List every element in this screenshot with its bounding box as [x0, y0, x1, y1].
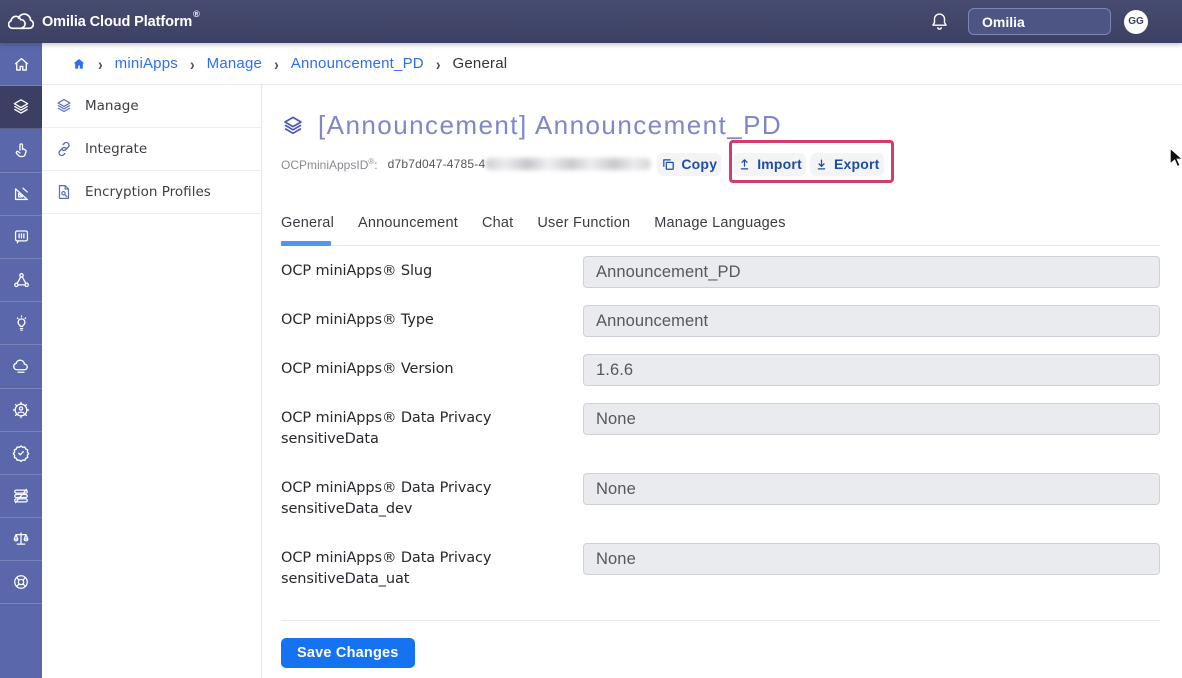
breadcrumb-miniapps[interactable]: miniApps	[115, 55, 178, 72]
organization-selector-value: Omilia	[982, 14, 1025, 30]
sensitivedata-uat-label-line1: OCP miniApps® Data Privacy	[281, 550, 491, 566]
rail-badge-check-icon[interactable]	[0, 432, 42, 475]
miniapp-layers-icon	[281, 114, 305, 138]
link-icon	[55, 140, 73, 158]
sensitivedata-uat-input[interactable]	[583, 543, 1160, 575]
breadcrumb-home-icon[interactable]	[72, 57, 86, 71]
sensitivedata-dev-input[interactable]	[583, 473, 1160, 505]
type-input[interactable]	[583, 305, 1160, 337]
copy-button-label: Copy	[681, 156, 717, 172]
sensitivedata-dev-label-line1: OCP miniApps® Data Privacy	[281, 480, 491, 496]
brand-registered-mark: ®	[193, 9, 200, 19]
version-label: OCP miniApps® Version	[281, 354, 583, 380]
rail-lightbulb-icon[interactable]	[0, 302, 42, 345]
rail-home-icon[interactable]	[0, 43, 42, 86]
brand-name: Omilia Cloud Platform®	[42, 14, 199, 30]
file-key-icon	[55, 183, 73, 201]
breadcrumb-separator: ›	[274, 54, 279, 73]
miniapp-id-redacted-blur	[485, 158, 651, 170]
side-menu-item-manage[interactable]: Manage	[42, 85, 261, 128]
notifications-bell-icon[interactable]	[931, 12, 948, 31]
rail-hand-gesture-icon[interactable]	[0, 129, 42, 172]
organization-selector[interactable]: Omilia	[968, 8, 1111, 35]
form-row-sensitivedata-uat: OCP miniApps® Data Privacy sensitiveData_…	[281, 543, 1160, 595]
import-button-label: Import	[757, 156, 802, 172]
annotation-highlight-box: Import Export	[733, 153, 883, 176]
rail-kiosk-icon[interactable]	[0, 216, 42, 259]
sensitivedata-uat-label-line2: sensitiveData_uat	[281, 571, 409, 587]
export-button-label: Export	[834, 156, 880, 172]
tab-chat[interactable]: Chat	[482, 215, 513, 245]
tab-general[interactable]: General	[281, 215, 334, 245]
sensitivedata-dev-label-line2: sensitiveData_dev	[281, 501, 412, 517]
user-avatar[interactable]: GG	[1124, 10, 1148, 34]
miniapp-id-value: d7b7d047-4785-4	[388, 157, 486, 171]
miniapp-id-label-text: OCPminiAppsID	[281, 158, 368, 172]
breadcrumb-current-general: General	[453, 55, 508, 72]
miniapp-id-label: OCPminiAppsID®:	[281, 157, 378, 172]
sensitivedata-label: OCP miniApps® Data Privacy sensitiveData	[281, 403, 583, 450]
page-title: [Announcement] Announcement_PD	[318, 110, 782, 141]
breadcrumb-separator: ›	[190, 54, 195, 73]
brand: Omilia Cloud Platform®	[0, 13, 199, 30]
sensitivedata-uat-label: OCP miniApps® Data Privacy sensitiveData_…	[281, 543, 583, 590]
copy-icon	[661, 157, 676, 172]
tab-bar: General Announcement Chat User Function …	[281, 215, 1160, 246]
form-row-sensitivedata-dev: OCP miniApps® Data Privacy sensitiveData_…	[281, 473, 1160, 525]
slug-input[interactable]	[583, 256, 1160, 288]
rail-set-square-icon[interactable]	[0, 173, 42, 216]
upload-icon	[737, 157, 752, 172]
general-form: OCP miniApps® Slug OCP miniApps® Type OC…	[281, 256, 1160, 668]
cloud-logo-icon	[8, 13, 34, 30]
form-divider	[281, 620, 1160, 621]
rail-stack-icon[interactable]	[0, 475, 42, 518]
breadcrumb-separator: ›	[436, 54, 441, 73]
rail-miniapps-layers-icon[interactable]	[0, 86, 42, 129]
side-menu-label: Manage	[85, 98, 139, 114]
side-menu-label: Encryption Profiles	[85, 184, 211, 200]
layers-icon	[55, 97, 73, 115]
export-button[interactable]: Export	[810, 153, 884, 176]
avatar-initials: GG	[1128, 16, 1144, 27]
rail-gear-user-icon[interactable]	[0, 389, 42, 432]
side-menu: Manage Integrate	[42, 85, 262, 678]
sensitivedata-label-line2: sensitiveData	[281, 431, 379, 447]
rail-network-icon[interactable]	[0, 259, 42, 302]
import-button[interactable]: Import	[733, 153, 806, 176]
top-bar: Omilia Cloud Platform® Omilia GG	[0, 0, 1182, 43]
download-icon	[814, 157, 829, 172]
copy-button[interactable]: Copy	[657, 153, 721, 176]
rail-lifebuoy-icon[interactable]	[0, 561, 42, 604]
brand-name-text: Omilia Cloud Platform	[42, 14, 192, 30]
sensitivedata-input[interactable]	[583, 403, 1160, 435]
icon-sidebar	[0, 43, 42, 678]
type-label: OCP miniApps® Type	[281, 305, 583, 331]
breadcrumb-manage[interactable]: Manage	[207, 55, 262, 72]
sensitivedata-dev-label: OCP miniApps® Data Privacy sensitiveData_…	[281, 473, 583, 520]
miniapp-id-label-colon: :	[374, 158, 377, 172]
slug-label: OCP miniApps® Slug	[281, 256, 583, 282]
sensitivedata-label-line1: OCP miniApps® Data Privacy	[281, 410, 491, 426]
main-content: [Announcement] Announcement_PD OCPminiAp…	[262, 85, 1182, 678]
tab-manage-languages[interactable]: Manage Languages	[654, 215, 785, 245]
form-row-slug: OCP miniApps® Slug	[281, 256, 1160, 288]
side-menu-item-integrate[interactable]: Integrate	[42, 128, 261, 171]
rail-scale-icon[interactable]	[0, 518, 42, 561]
breadcrumb-separator: ›	[98, 54, 103, 73]
breadcrumb: › miniApps › Manage › Announcement_PD › …	[42, 43, 1182, 85]
form-row-type: OCP miniApps® Type	[281, 305, 1160, 337]
save-changes-button[interactable]: Save Changes	[281, 638, 415, 668]
tab-user-function[interactable]: User Function	[537, 215, 630, 245]
breadcrumb-announcement-pd[interactable]: Announcement_PD	[291, 55, 424, 72]
form-row-version: OCP miniApps® Version	[281, 354, 1160, 386]
version-input[interactable]	[583, 354, 1160, 386]
side-menu-item-encryption-profiles[interactable]: Encryption Profiles	[42, 171, 261, 214]
form-row-sensitivedata: OCP miniApps® Data Privacy sensitiveData	[281, 403, 1160, 455]
rail-cloud-chat-icon[interactable]	[0, 345, 42, 388]
side-menu-label: Integrate	[85, 141, 147, 157]
tab-announcement[interactable]: Announcement	[358, 215, 458, 245]
